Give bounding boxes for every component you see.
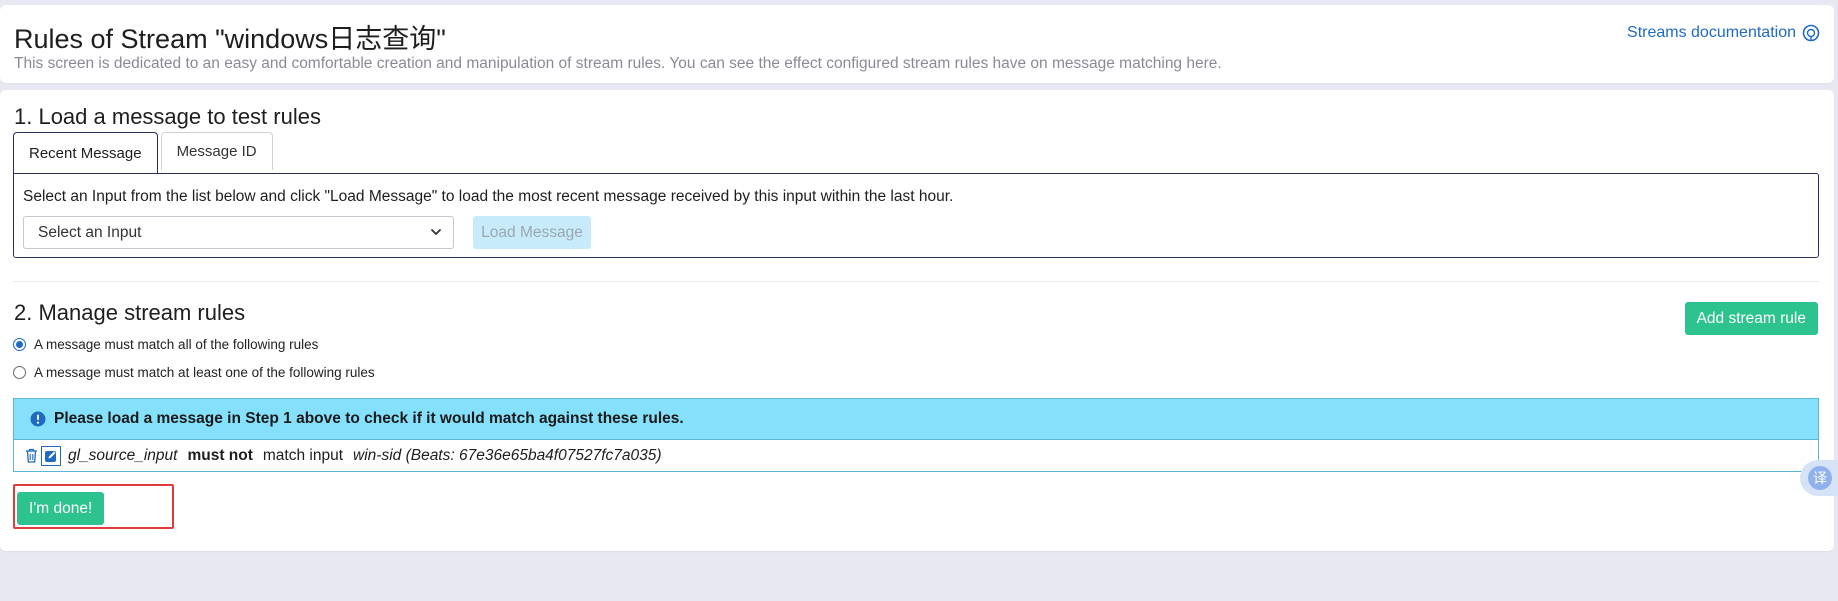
step1-title: 1. Load a message to test rules	[14, 104, 321, 129]
done-highlight-box: I'm done!	[13, 484, 174, 529]
match-all-label: A message must match all of the followin…	[34, 337, 319, 352]
info-alert: Please load a message in Step 1 above to…	[13, 398, 1819, 440]
input-select-value: Select an Input	[38, 223, 142, 241]
match-any-radio[interactable]	[13, 366, 26, 379]
tab-message-id[interactable]: Message ID	[160, 132, 273, 170]
recent-message-panel: Select an Input from the list below and …	[13, 173, 1819, 258]
section-divider	[13, 281, 1819, 282]
message-source-tabs: Recent Message Message ID	[13, 132, 276, 173]
im-done-button[interactable]: I'm done!	[17, 492, 105, 525]
match-any-radio-option[interactable]: A message must match at least one of the…	[13, 365, 375, 380]
rule-match-text: match input	[262, 446, 344, 464]
help-circle-icon	[1802, 24, 1820, 42]
rule-condition: must not	[187, 446, 253, 464]
translate-floating-button[interactable]: 译	[1800, 460, 1838, 496]
rule-field: gl_source_input	[68, 446, 178, 464]
add-stream-rule-button[interactable]: Add stream rule	[1684, 302, 1818, 335]
streams-documentation-link[interactable]: Streams documentation	[1627, 24, 1820, 42]
docs-link-label: Streams documentation	[1627, 24, 1796, 41]
stream-rule-row: gl_source_input must not match input win…	[13, 440, 1819, 472]
input-select[interactable]: Select an Input	[23, 216, 454, 249]
page-title: Rules of Stream "windows日志查询"	[14, 24, 446, 54]
main-card: 1. Load a message to test rules Recent M…	[0, 90, 1834, 551]
match-all-radio[interactable]	[13, 338, 26, 351]
translate-icon: 译	[1808, 466, 1832, 490]
load-instruction: Select an Input from the list below and …	[23, 188, 954, 205]
chevron-down-icon	[431, 229, 441, 235]
page-description: This screen is dedicated to an easy and …	[14, 55, 1222, 72]
info-icon	[30, 411, 46, 427]
match-all-radio-option[interactable]: A message must match all of the followin…	[13, 337, 318, 352]
edit-rule-button[interactable]	[41, 445, 61, 466]
rule-value: win-sid (Beats: 67e36e65ba4f07527fc7a035…	[353, 446, 662, 464]
edit-icon	[45, 450, 56, 462]
trash-icon[interactable]	[25, 448, 38, 463]
step2-title: 2. Manage stream rules	[14, 300, 246, 325]
load-message-button[interactable]: Load Message	[473, 216, 591, 249]
tab-recent-message[interactable]: Recent Message	[13, 132, 158, 173]
alert-text: Please load a message in Step 1 above to…	[54, 410, 684, 427]
header-card: Rules of Stream "windows日志查询" This scree…	[0, 5, 1834, 83]
match-any-label: A message must match at least one of the…	[34, 365, 375, 380]
